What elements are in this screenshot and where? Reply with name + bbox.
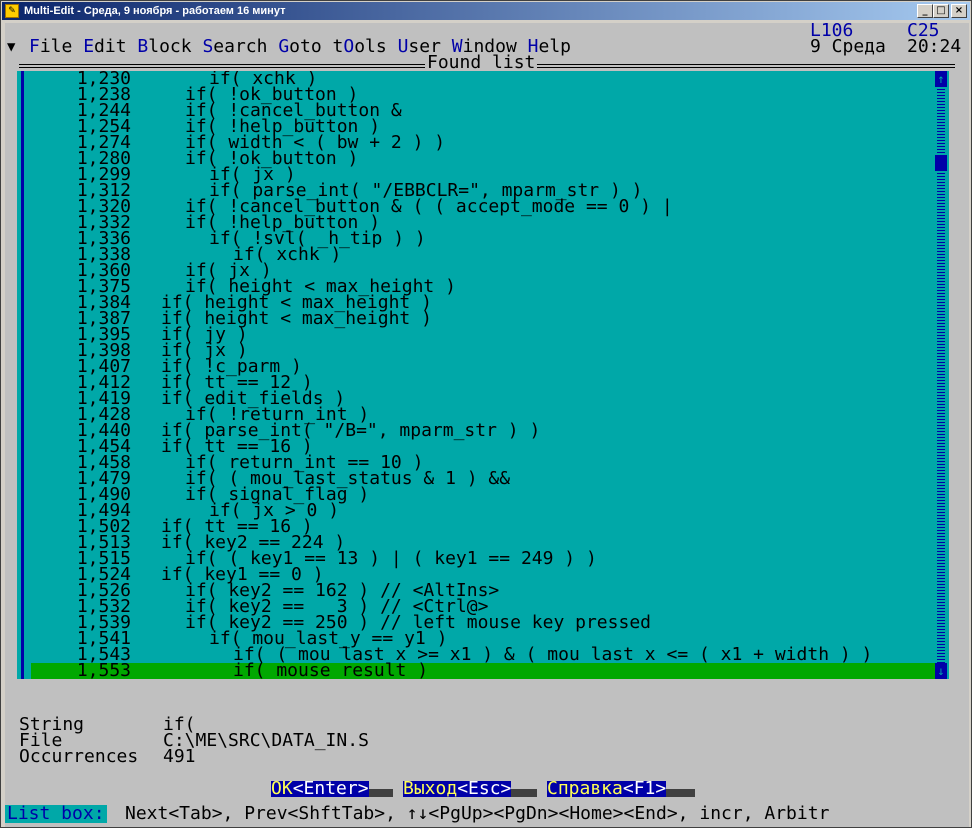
scrollbar-thumb[interactable] bbox=[935, 155, 947, 171]
line-number: 1,553 bbox=[76, 660, 131, 680]
window-title: Multi-Edit - Среда, 9 ноября - работаем … bbox=[24, 5, 286, 17]
menu-item-Goto[interactable]: Goto bbox=[278, 36, 321, 57]
found-list-item[interactable]: 1,543 if( ( mou_last_x >= x1 ) & ( mou_la… bbox=[31, 646, 943, 664]
found-list-item[interactable]: 1,539 if( key2 == 250 ) // left mouse key… bbox=[31, 614, 943, 632]
found-list-item[interactable]: 1,553 if( mouse_result ) bbox=[31, 660, 943, 680]
list-left-border bbox=[21, 71, 24, 679]
menu-item-File[interactable]: File bbox=[29, 36, 72, 57]
found-list-item[interactable]: 1,336 if( !svl( _h_tip ) ) bbox=[31, 230, 943, 248]
found-list-item[interactable]: 1,230 if( xchk ) bbox=[31, 71, 943, 88]
editor-console: L106 C25 ▼ File Edit Block Search Goto t… bbox=[5, 23, 969, 827]
date-display: 9 Среда bbox=[810, 36, 886, 57]
help-button[interactable]: Справка<F1> bbox=[547, 780, 667, 798]
scroll-down-arrow-icon[interactable]: ↓ bbox=[935, 663, 947, 679]
found-list-rows: 1,230 if( xchk ) 1,238 if( !ok_button ) 1,24… bbox=[31, 71, 943, 679]
found-list-box[interactable]: 1,230 if( xchk ) 1,238 if( !ok_button ) 1,24… bbox=[17, 71, 949, 679]
menu-item-tOols[interactable]: tOols bbox=[333, 36, 387, 57]
title-bar[interactable]: ✎ Multi-Edit - Среда, 9 ноября - работае… bbox=[2, 2, 970, 20]
found-list-item[interactable]: 1,419 if( edit_fields ) bbox=[31, 390, 943, 408]
found-list-item[interactable]: 1,274 if( width < ( bw + 2 ) ) bbox=[31, 134, 943, 152]
found-list-item[interactable]: 1,490 if( signal_flag ) bbox=[31, 486, 943, 504]
close-button[interactable]: × bbox=[951, 4, 967, 18]
menu-item-Block[interactable]: Block bbox=[137, 36, 191, 57]
found-list-item[interactable]: 1,479 if( ( mou_last_status & 1 ) && bbox=[31, 470, 943, 488]
status-mode-tag: List box: bbox=[5, 803, 107, 824]
maximize-button[interactable]: □ bbox=[933, 4, 949, 18]
menu-dropdown-icon[interactable]: ▼ bbox=[7, 39, 15, 55]
list-scrollbar[interactable]: ↑ ↓ bbox=[935, 71, 947, 679]
status-help-text: Next<Tab>, Prev<ShftTab>, ↑↓<PgUp><PgDn>… bbox=[125, 803, 830, 824]
application-window: ✎ Multi-Edit - Среда, 9 ноября - работае… bbox=[0, 0, 972, 828]
dialog-title: Found list bbox=[425, 52, 538, 73]
status-bar: List box: Next<Tab>, Prev<ShftTab>, ↑↓<P… bbox=[5, 805, 969, 823]
found-list-item[interactable]: 1,244 if( !cancel_button & bbox=[31, 102, 943, 120]
found-list-item[interactable]: 1,238 if( !ok_button ) bbox=[31, 86, 943, 104]
minimize-button[interactable]: _ bbox=[917, 4, 933, 18]
found-list-item[interactable]: 1,254 if( !help_button ) bbox=[31, 118, 943, 136]
app-icon[interactable]: ✎ bbox=[5, 4, 19, 18]
found-list-item[interactable]: 1,338 if( xchk ) bbox=[31, 246, 943, 264]
found-list-item[interactable]: 1,280 if( !ok_button ) bbox=[31, 150, 943, 168]
found-list-item[interactable]: 1,454 if( tt == 16 ) bbox=[31, 438, 943, 456]
menu-item-Search[interactable]: Search bbox=[202, 36, 267, 57]
menu-item-Edit[interactable]: Edit bbox=[83, 36, 126, 57]
code-snippet: if( mouse_result ) bbox=[233, 660, 429, 680]
clock-display: 20:24 bbox=[907, 36, 962, 57]
scroll-up-arrow-icon[interactable]: ↑ bbox=[935, 71, 947, 87]
ok-button[interactable]: OK<Enter> bbox=[271, 780, 369, 798]
exit-button[interactable]: Выход<Esc> bbox=[403, 780, 512, 798]
occurrences-value: 491 bbox=[163, 746, 196, 767]
found-list-item[interactable]: 1,320 if( !cancel_button & ( ( accept_mod… bbox=[31, 198, 943, 216]
occurrences-label: Occurrences bbox=[19, 746, 139, 767]
found-list-item[interactable]: 1,360 if( jx ) bbox=[31, 262, 943, 280]
found-list-item[interactable]: 1,332 if( !help_button ) bbox=[31, 214, 943, 232]
found-list-dialog: Found list 1,230 if( xchk ) 1,238 if( !ok_b… bbox=[13, 54, 961, 807]
scrollbar-track[interactable] bbox=[937, 87, 945, 663]
